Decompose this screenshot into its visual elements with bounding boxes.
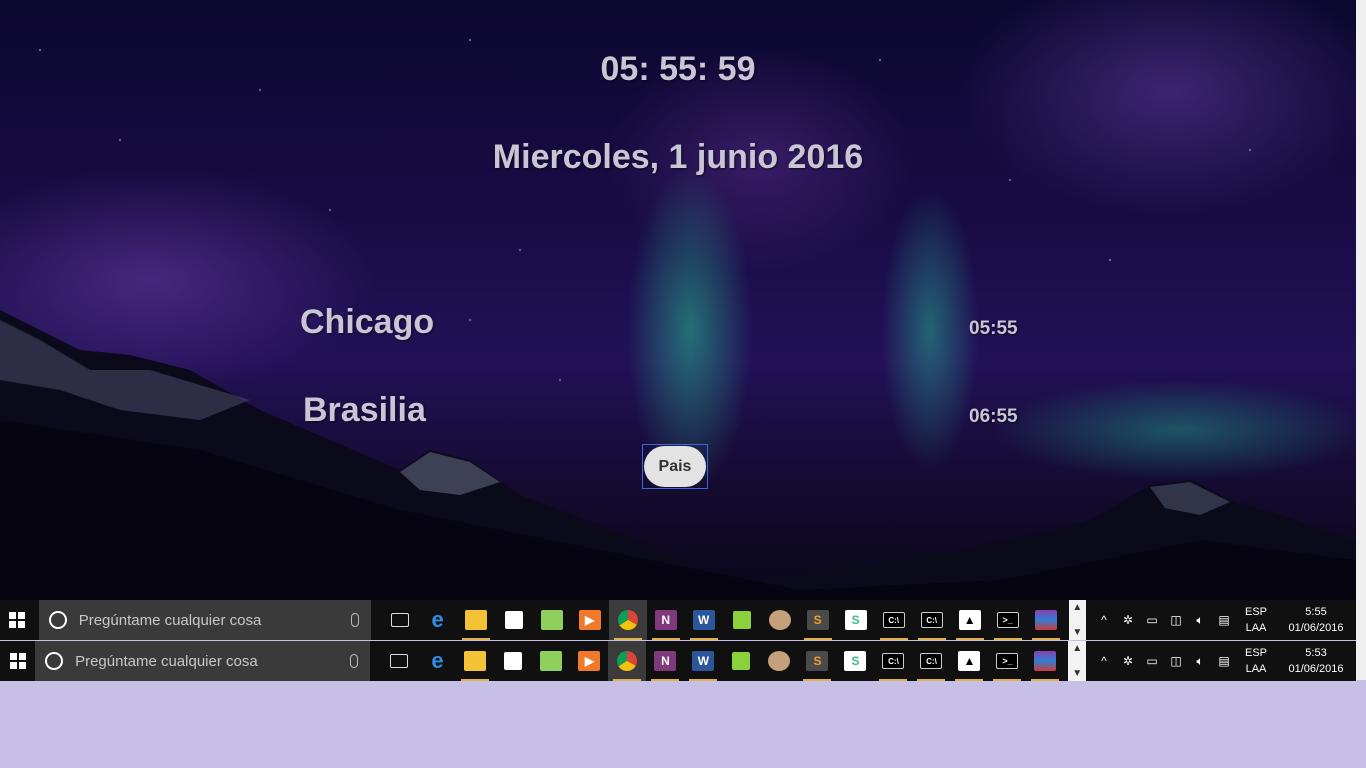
tray-time: 5:53 — [1305, 647, 1327, 659]
folder-icon[interactable] — [532, 641, 570, 681]
tray-date: 01/06/2016 — [1288, 622, 1344, 634]
chevron-up-icon[interactable]: ^ — [1092, 654, 1116, 668]
media-player-icon[interactable]: ▶ — [570, 641, 608, 681]
network-icon[interactable]: ◫ — [1164, 654, 1188, 668]
pinned-apps: e ▶ N W S S C:\ C:\ ▲ >_ — [381, 600, 1065, 640]
terminal-icon[interactable]: >_ — [988, 641, 1026, 681]
cortana-icon — [48, 611, 67, 629]
city-name-chicago: Chicago — [300, 303, 435, 341]
clock-display: 05: 55: 59 — [600, 50, 756, 88]
task-view-icon[interactable] — [380, 641, 418, 681]
onenote-icon[interactable]: N — [647, 600, 685, 640]
keyboard-layout: LAA — [1245, 622, 1267, 634]
volume-icon[interactable]: 🔈︎ — [1188, 654, 1212, 669]
tray-time: 5:55 — [1305, 606, 1327, 618]
city-time-brasilia: 06:55 — [969, 406, 1018, 427]
taskbar: Pregúntame cualquier cosa e ▶ N W S S C:… — [0, 600, 1356, 640]
winrar-icon[interactable] — [1026, 641, 1064, 681]
date-display: Miercoles, 1 junio 2016 — [492, 138, 864, 176]
word-icon[interactable]: W — [685, 600, 723, 640]
clock-tray[interactable]: 5:53 01/06/2016 — [1276, 645, 1356, 677]
city-name-brasilia: Brasilia — [303, 391, 426, 429]
battery-icon[interactable]: ▭ — [1140, 654, 1164, 668]
language-code: ESP — [1244, 647, 1267, 659]
language-indicator[interactable]: ESP LAA — [1236, 645, 1276, 677]
volume-icon[interactable]: 🔈︎ — [1188, 613, 1212, 628]
start-button[interactable] — [0, 600, 35, 640]
language-code: ESP — [1244, 606, 1267, 618]
slack-icon[interactable]: S — [837, 600, 875, 640]
pais-button[interactable]: Pais — [644, 446, 706, 487]
photos-icon[interactable]: ▲ — [951, 600, 989, 640]
taskbar-scroll[interactable]: ▲ ▼ — [1068, 600, 1086, 640]
search-box[interactable]: Pregúntame cualquier cosa — [38, 600, 371, 640]
microphone-icon[interactable] — [350, 613, 359, 627]
cmd-icon[interactable]: C:\ — [912, 641, 950, 681]
city-time-chicago: 05:55 — [969, 318, 1018, 339]
taskbar-scroll[interactable]: ▲ ▼ — [1068, 641, 1086, 681]
chrome-icon[interactable] — [608, 600, 647, 640]
edge-icon[interactable]: e — [418, 641, 456, 681]
gimp-icon[interactable] — [760, 641, 798, 681]
cmd-icon[interactable]: C:\ — [913, 600, 951, 640]
chevron-down-icon[interactable]: ▼ — [1072, 627, 1082, 638]
word-icon[interactable]: W — [684, 641, 722, 681]
green-app-icon[interactable] — [722, 641, 760, 681]
media-player-icon[interactable]: ▶ — [571, 600, 609, 640]
window-edge — [1356, 0, 1366, 680]
cmd-icon[interactable]: C:\ — [875, 600, 913, 640]
wallpaper — [0, 0, 1356, 600]
clock-tray[interactable]: 5:55 01/06/2016 — [1276, 604, 1356, 636]
network-icon[interactable]: ◫ — [1164, 613, 1188, 627]
edge-icon[interactable]: e — [419, 600, 457, 640]
sublime-icon[interactable]: S — [798, 641, 836, 681]
system-tray: ^ ✲ ▭ ◫ 🔈︎ ▤ ESP LAA 5:55 01/06/2016 — [1092, 600, 1356, 640]
store-icon[interactable] — [494, 641, 532, 681]
notification-icon[interactable]: ▤ — [1212, 654, 1236, 668]
chrome-icon[interactable] — [608, 641, 647, 681]
file-explorer-icon[interactable] — [456, 641, 494, 681]
cmd-icon[interactable]: C:\ — [874, 641, 912, 681]
battery-icon[interactable]: ▭ — [1140, 613, 1164, 627]
file-explorer-icon[interactable] — [457, 600, 495, 640]
start-button[interactable] — [0, 641, 35, 681]
chevron-up-icon[interactable]: ^ — [1092, 613, 1116, 627]
keyboard-layout: LAA — [1245, 663, 1267, 675]
photos-icon[interactable]: ▲ — [950, 641, 988, 681]
notification-icon[interactable]: ▤ — [1212, 613, 1236, 627]
store-icon[interactable] — [495, 600, 533, 640]
pais-button-focus-ring: Pais — [642, 444, 708, 489]
taskbar: Pregúntame cualquier cosa e ▶ N W S S C:… — [0, 641, 1356, 681]
cortana-icon — [45, 652, 64, 670]
green-app-icon[interactable] — [723, 600, 761, 640]
terminal-icon[interactable]: >_ — [989, 600, 1027, 640]
windows-logo-icon — [9, 653, 26, 669]
windows-logo-icon — [9, 612, 26, 628]
slack-icon[interactable]: S — [836, 641, 874, 681]
pinned-apps: e ▶ N W S S C:\ C:\ ▲ >_ — [380, 641, 1064, 681]
settings-icon[interactable]: ✲ — [1116, 654, 1140, 668]
system-tray: ^ ✲ ▭ ◫ 🔈︎ ▤ ESP LAA 5:53 01/06/2016 — [1092, 641, 1356, 681]
search-box[interactable]: Pregúntame cualquier cosa — [35, 641, 371, 681]
task-view-icon[interactable] — [381, 600, 419, 640]
gimp-icon[interactable] — [761, 600, 799, 640]
search-placeholder: Pregúntame cualquier cosa — [75, 652, 258, 670]
folder-icon[interactable] — [533, 600, 571, 640]
chevron-up-icon[interactable]: ▲ — [1072, 602, 1082, 613]
settings-icon[interactable]: ✲ — [1116, 613, 1140, 627]
search-placeholder: Pregúntame cualquier cosa — [78, 611, 262, 629]
tray-date: 01/06/2016 — [1288, 663, 1344, 675]
microphone-icon[interactable] — [350, 654, 359, 668]
onenote-icon[interactable]: N — [646, 641, 684, 681]
winrar-icon[interactable] — [1027, 600, 1065, 640]
language-indicator[interactable]: ESP LAA — [1236, 604, 1276, 636]
sublime-icon[interactable]: S — [799, 600, 837, 640]
chevron-down-icon[interactable]: ▼ — [1072, 668, 1082, 679]
chevron-up-icon[interactable]: ▲ — [1072, 643, 1082, 654]
